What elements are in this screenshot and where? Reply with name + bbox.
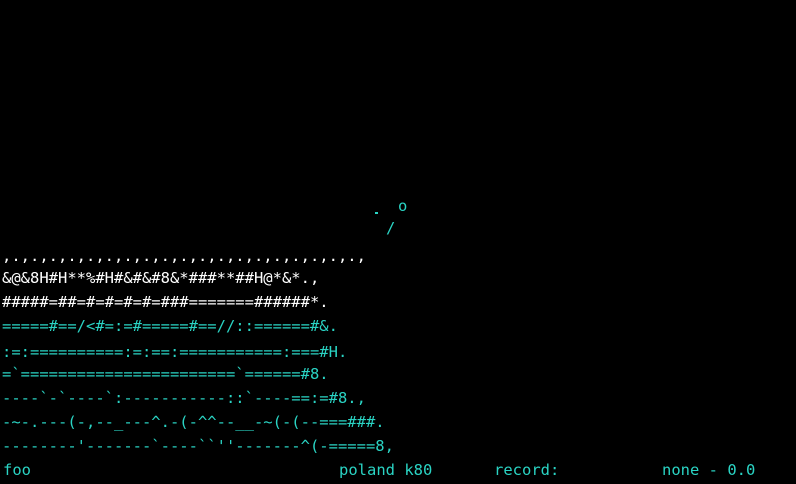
ski-jumper-body: / <box>386 219 396 237</box>
ski-jumper-ski <box>375 212 378 214</box>
hill-name: poland k80 <box>339 461 433 479</box>
hill-row-1: ,.,.,.,.,.,.,.,.,.,.,.,.,.,.,.,.,.,.,., <box>2 247 366 265</box>
game-screen: o / ,.,.,.,.,.,.,.,.,.,.,.,.,.,.,.,.,.,.… <box>0 0 796 484</box>
record-value: none - 0.0 <box>662 461 756 479</box>
hill-row-3: #####=##=#=#=#=#=###=======######*. <box>2 293 329 311</box>
hill-row-8: -~-.---(-,--_---^.-(-^^--__-~(-(--===###… <box>2 413 385 431</box>
hill-row-7: ----`-`----`:-----------::`----==:=#8., <box>2 389 366 407</box>
hill-row-4: =====#==/<#=:=#=====#==//::======#&. <box>2 317 338 335</box>
hill-row-9: --------'-------`----``''-------^(-=====… <box>2 437 394 455</box>
ski-jumper-head: o <box>398 197 408 215</box>
status-bar: foo poland k80 record: none - 0.0 <box>0 458 796 482</box>
hill-row-2: &@&8H#H**%#H#&#&#8&*###**##H@*&*., <box>2 269 320 287</box>
player-name: foo <box>3 461 31 479</box>
record-label: record: <box>494 461 560 479</box>
hill-row-5: :=:==========:=:==:===========:===#H. <box>2 343 348 361</box>
hill-row-6: =`=======================`======#8. <box>2 365 329 383</box>
